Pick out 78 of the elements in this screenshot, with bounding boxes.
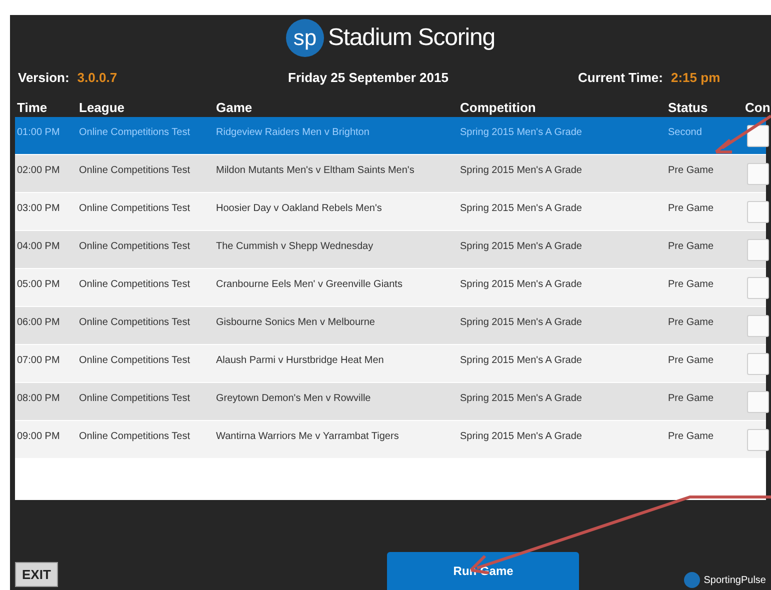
- game-row[interactable]: 04:00 PM Online Competitions Test The Cummish v Shepp Wednesday Spring 2015 Men's A Grade Pre Game: [15, 231, 766, 269]
- version-value: 3.0.0.7: [77, 68, 118, 87]
- column-header: Time: [17, 100, 48, 114]
- game-row[interactable]: 03:00 PM Online Competitions Test Hoosier Day v Oakland Rebels Men's Spring 2015 Men's A Grade Pre Game: [15, 193, 766, 231]
- table-cell: Greytown Demon's Men v Rowville: [216, 393, 371, 404]
- table-cell: Pre Game: [668, 203, 714, 214]
- table-cell: Alaush Parmi v Hurstbridge Heat Men: [216, 355, 384, 366]
- version-label: Version:: [18, 68, 70, 87]
- table-cell: Spring 2015 Men's A Grade: [460, 127, 582, 138]
- table-cell: 01:00 PM: [17, 127, 60, 138]
- table-cell: Online Competitions Test: [79, 393, 190, 404]
- table-cell: Pre Game: [668, 355, 714, 366]
- table-cell: Mildon Mutants Men's v Eltham Saints Men's: [216, 165, 414, 176]
- checkbox[interactable]: [747, 163, 769, 185]
- column-header: Competition: [460, 100, 536, 114]
- table-cell: Online Competitions Test: [79, 165, 190, 176]
- table-cell: 02:00 PM: [17, 165, 60, 176]
- game-row[interactable]: 07:00 PM Online Competitions Test Alaush Parmi v Hurstbridge Heat Men Spring 2015 Men's A Grade Pre Game: [15, 345, 766, 383]
- table-cell: 07:00 PM: [17, 355, 60, 366]
- table-cell: 03:00 PM: [17, 203, 60, 214]
- table-cell: Online Competitions Test: [79, 127, 190, 138]
- table-cell: Pre Game: [668, 431, 714, 442]
- table-cell: The Cummish v Shepp Wednesday: [216, 241, 374, 252]
- checkbox[interactable]: [747, 277, 769, 299]
- column-header: League: [79, 100, 125, 114]
- table-cell: Online Competitions Test: [79, 317, 190, 328]
- column-header: Status: [668, 100, 708, 114]
- game-row[interactable]: 09:00 PM Online Competitions Test Wantirna Warriors Me v Yarrambat Tigers Spring 2015 Men's A Grade Pre Game: [15, 421, 766, 459]
- table-cell: Hoosier Day v Oakland Rebels Men's: [216, 203, 382, 214]
- table-cell: Online Competitions Test: [79, 279, 190, 290]
- exit-button[interactable]: EXIT: [15, 562, 58, 587]
- time-value: 2:15 pm: [671, 68, 720, 87]
- table-cell: Spring 2015 Men's A Grade: [460, 165, 582, 176]
- table-cell: Online Competitions Test: [79, 203, 190, 214]
- checkbox[interactable]: [747, 391, 769, 413]
- table-cell: Pre Game: [668, 393, 714, 404]
- checkbox[interactable]: [747, 315, 769, 337]
- table-cell: Pre Game: [668, 165, 714, 176]
- table-cell: Spring 2015 Men's A Grade: [460, 203, 582, 214]
- table-cell: Online Competitions Test: [79, 355, 190, 366]
- table-cell: 04:00 PM: [17, 241, 60, 252]
- table-cell: Pre Game: [668, 241, 714, 252]
- checkbox[interactable]: [747, 201, 769, 223]
- table-cell: Gisbourne Sonics Men v Melbourne: [216, 317, 375, 328]
- table-cell: Spring 2015 Men's A Grade: [460, 431, 582, 442]
- table-cell: Ridgeview Raiders Men v Brighton: [216, 127, 370, 138]
- table-cell: Spring 2015 Men's A Grade: [460, 241, 582, 252]
- table-cell: Online Competitions Test: [79, 241, 190, 252]
- checkbox[interactable]: [747, 125, 769, 147]
- game-row[interactable]: 02:00 PM Online Competitions Test Mildon Mutants Men's v Eltham Saints Men's Spring 2015 Men's A Grade Pre Game: [15, 155, 766, 193]
- table-cell: Cranbourne Eels Men' v Greenville Giants: [216, 279, 402, 290]
- checkbox[interactable]: [747, 239, 769, 261]
- table-cell: Spring 2015 Men's A Grade: [460, 393, 582, 404]
- table-cell: Online Competitions Test: [79, 431, 190, 442]
- table-cell: Spring 2015 Men's A Grade: [460, 355, 582, 366]
- table-cell: 06:00 PM: [17, 317, 60, 328]
- table-cell: Spring 2015 Men's A Grade: [460, 279, 582, 290]
- date-text: Friday 25 September 2015: [288, 68, 450, 87]
- checkbox[interactable]: [747, 353, 769, 375]
- table-cell: 08:00 PM: [17, 393, 60, 404]
- table-cell: Pre Game: [668, 317, 714, 328]
- column-header: Game: [216, 100, 252, 114]
- table-cell: Pre Game: [668, 279, 714, 290]
- time-label: Current Time:: [578, 68, 663, 87]
- brand-name: SportingPulse: [704, 574, 766, 588]
- table-cell: 09:00 PM: [17, 431, 60, 442]
- brand-dot-icon: [684, 572, 700, 588]
- column-header: Con: [745, 100, 770, 114]
- logo-mark: sp: [286, 18, 324, 56]
- table-cell: Spring 2015 Men's A Grade: [460, 317, 582, 328]
- game-row[interactable]: 08:00 PM Online Competitions Test Greytown Demon's Men v Rowville Spring 2015 Men's A Grade Pre Game: [15, 383, 766, 421]
- table-cell: 05:00 PM: [17, 279, 60, 290]
- game-row[interactable]: 06:00 PM Online Competitions Test Gisbourne Sonics Men v Melbourne Spring 2015 Men's A Grade Pre Game: [15, 307, 766, 345]
- app-title: Stadium Scoring: [328, 22, 496, 52]
- game-row[interactable]: 05:00 PM Online Competitions Test Cranbourne Eels Men' v Greenville Giants Spring 2015 Men's A Grade Pre Game: [15, 269, 766, 307]
- table-cell: Second: [668, 127, 702, 138]
- table-cell: Wantirna Warriors Me v Yarrambat Tigers: [216, 431, 399, 442]
- checkbox[interactable]: [747, 429, 769, 451]
